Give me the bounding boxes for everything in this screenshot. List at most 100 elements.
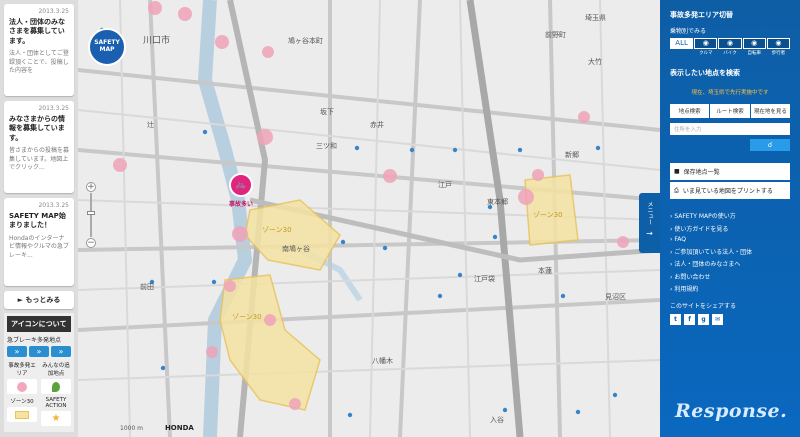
map-label-shingo: 新郷 [565, 151, 579, 159]
map-label-kawaguchi: 川口市 [143, 36, 171, 46]
map-label-maeda: 前田 [140, 283, 154, 291]
saved-points-label: 保存地点一覧 [683, 169, 720, 176]
arrow-right-icon: → [646, 229, 653, 238]
map-label-sakashita: 坂下 [320, 108, 334, 116]
arrow-icon: » [51, 346, 71, 357]
mode-label: 乗物別でみる [670, 28, 707, 35]
link-how-to-use[interactable]: › SAFETY MAPの使い方 [670, 211, 790, 220]
news-card[interactable]: 2013.3.25 SAFETY MAP始まりました！ Hondaのインターナビ… [4, 198, 74, 286]
facebook-icon[interactable]: f [684, 314, 695, 325]
zoom-out-button[interactable]: − [86, 238, 96, 248]
link-terms[interactable]: › 利用規約 [670, 284, 790, 293]
link-label: SAFETY MAPの使い方 [674, 213, 736, 220]
legend-spot-label: みんなの追加地点 [42, 363, 70, 377]
mode-bicycle[interactable]: ◉ 自転車 [742, 38, 766, 56]
scale-label: 1000 m [120, 425, 144, 432]
map-label-saitama: 埼玉県 [585, 14, 606, 22]
mode-bicycle-label: 自転車 [747, 51, 761, 56]
link-label: FAQ [674, 236, 686, 243]
print-map-label: いま見ている地図をプリントする [682, 188, 773, 195]
zoom-in-button[interactable]: + [86, 182, 96, 192]
link-partners[interactable]: › ご参加頂いている法人・団体 [670, 247, 790, 256]
map-label-hachimangi: 八幡木 [372, 357, 393, 365]
news-body: 皆さまからの投稿を募集しています。地図上でクリック... [9, 147, 70, 172]
news-title[interactable]: みなさまからの情報を募集しています。 [9, 115, 69, 143]
legend-area-label: 事故多発エリア [8, 363, 36, 377]
map-label-edo: 江戸 [438, 181, 452, 189]
panel-title: 事故多発エリア切替 [670, 11, 733, 19]
tab-point-search[interactable]: 地点検索 [670, 104, 710, 118]
news-card[interactable]: 2013.3.25 みなさまからの情報を募集しています。 皆さまからの投稿を募集… [4, 101, 74, 193]
link-corporations[interactable]: › 法人・団体のみなさまへ [670, 259, 790, 268]
link-guide[interactable]: › 使い方ガイドを見る [670, 224, 790, 233]
more-button[interactable]: ► もっとみる [4, 291, 74, 309]
mode-car[interactable]: ◉ クルマ [694, 38, 718, 56]
news-title[interactable]: SAFETY MAP始まりました！ [9, 212, 69, 231]
map-label-iriya: 入谷 [490, 416, 504, 424]
printer-icon: ⎙ [674, 186, 679, 194]
zoom-slider-knob[interactable] [87, 211, 95, 215]
link-faq[interactable]: › FAQ [670, 236, 790, 243]
vehicle-mode-switch: ALL ◉ クルマ ◉ バイク ◉ 自転車 ◉ 歩行者 [670, 38, 791, 56]
search-tabs: 地点検索 ルート検索 現在地を見る [670, 104, 790, 118]
search-icon: ☌ [767, 141, 773, 149]
legend-zone-label: ゾーン30 [10, 399, 34, 405]
zoom-slider[interactable] [87, 193, 95, 237]
menu-label: メニュー [646, 201, 653, 225]
legend-action-label: SAFETY ACTION [45, 397, 67, 409]
zoom-control[interactable]: + − [86, 182, 96, 248]
news-title[interactable]: 法人・団体のみなさまを募集しています。 [9, 18, 69, 46]
zone30-label: ゾーン30 [232, 313, 262, 321]
zone30-label: ゾーン30 [262, 226, 292, 234]
car-icon: ◉ [694, 38, 718, 49]
mode-pedestrian[interactable]: ◉ 歩行者 [766, 38, 791, 56]
search-button[interactable]: ☌ [750, 139, 790, 151]
saved-points-button[interactable]: ■ 保存地点一覧 [670, 163, 790, 180]
google-plus-icon[interactable]: g [698, 314, 709, 325]
mode-all[interactable]: ALL [670, 38, 694, 56]
map-footer: 1000 m HONDA [78, 424, 194, 432]
news-date: 2013.3.25 [38, 8, 69, 15]
mode-bike[interactable]: ◉ バイク [718, 38, 742, 56]
car-icon: ■ [674, 168, 680, 175]
map-label-minumaku: 見沼区 [605, 293, 626, 301]
brand-logo: HONDA [164, 424, 194, 432]
print-map-button[interactable]: ⎙ いま見ている地図をプリントする [670, 182, 790, 199]
mail-icon[interactable]: ✉ [712, 314, 723, 325]
menu-toggle-tab[interactable]: メニュー → [639, 193, 660, 253]
map-label-akai: 赤井 [370, 121, 384, 129]
link-label: 法人・団体のみなさまへ [674, 261, 741, 268]
panel-links: › SAFETY MAPの使い方 › 使い方ガイドを見る › FAQ › ご参加… [670, 211, 790, 293]
tab-current-location[interactable]: 現在地を見る [750, 104, 790, 118]
link-label: 使い方ガイドを見る [674, 225, 729, 233]
arrow-icon: » [29, 346, 49, 357]
tab-route-search[interactable]: ルート検索 [710, 104, 750, 118]
safety-map-logo[interactable]: SAFETY MAP [88, 28, 126, 66]
response-watermark: Response. [675, 400, 788, 422]
twitter-icon[interactable]: t [670, 314, 681, 325]
map-canvas[interactable]: 川口市 埼玉県 坂下 赤井 三ツ和 江戸 東本郷 本蓮 南鳩ヶ谷 鳩ヶ谷本町 前… [0, 0, 660, 437]
legend-brake-label: 急ブレーキ多発地点 [7, 337, 62, 344]
legend-action: SAFETY ACTION ★ [41, 397, 71, 426]
link-contact[interactable]: › お問い合わせ [670, 272, 790, 281]
map-label-edobukuro: 江戸袋 [474, 275, 495, 283]
arrow-icon: » [7, 346, 27, 357]
legend-area: 事故多発エリア [7, 361, 37, 394]
map-label-minamihatogaya: 南鳩ヶ谷 [282, 245, 310, 253]
map-label-maenocho: 前野町 [545, 31, 566, 39]
share-title: このサイトをシェアする [670, 303, 737, 310]
more-label: もっとみる [25, 296, 61, 304]
accident-marker[interactable]: 🚲 事故多い [222, 173, 260, 208]
link-label: ご参加頂いている法人・団体 [674, 248, 753, 256]
map-label-higashihongo: 東本郷 [487, 198, 508, 206]
address-input[interactable]: 住所を入力 [670, 123, 790, 135]
map-label-mitsuwa: 三ツ和 [316, 142, 337, 150]
legend-spot: みんなの追加地点 [41, 361, 71, 394]
green-pin-icon [52, 381, 60, 392]
star-icon: ★ [51, 413, 61, 424]
icon-legend: アイコンについて 急ブレーキ多発地点 » » » 事故多発エリア みんなの追加地… [4, 313, 74, 432]
share-buttons: t f g ✉ [670, 314, 790, 325]
legend-header[interactable]: アイコンについて [7, 316, 71, 332]
control-panel: 事故多発エリア切替 乗物別でみる ALL ◉ クルマ ◉ バイク ◉ 自転車 ◉ 歩行者… [660, 0, 800, 437]
news-card[interactable]: 2013.3.25 法人・団体のみなさまを募集しています。 法人・団体としてご登… [4, 4, 74, 96]
